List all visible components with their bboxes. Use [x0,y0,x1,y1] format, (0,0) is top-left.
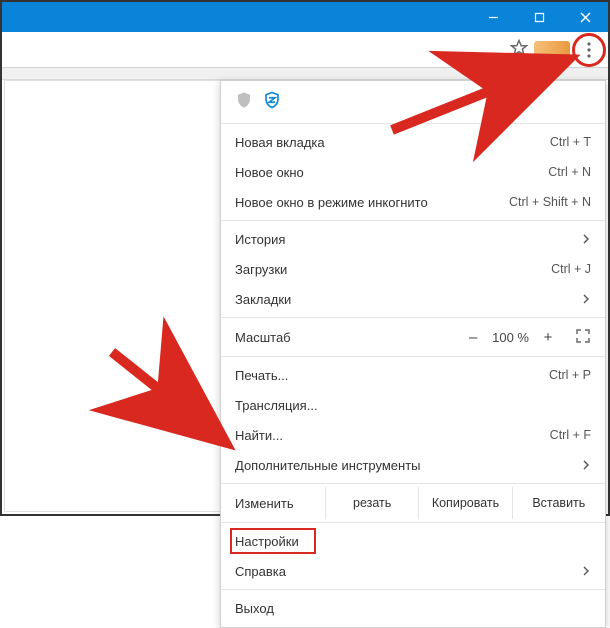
chevron-right-icon [581,292,591,307]
zoom-value: 100 % [492,330,529,345]
menu-print[interactable]: Печать... Ctrl + P [221,360,605,390]
copy-button[interactable]: Копировать [418,487,511,519]
zenmate-icon[interactable] [263,91,281,112]
menu-find[interactable]: Найти... Ctrl + F [221,420,605,450]
menu-zoom-row: Масштаб – 100 % + [221,321,605,353]
menu-edit-row: Изменить резать Копировать Вставить [221,487,605,519]
maximize-button[interactable] [516,2,562,32]
menu-downloads[interactable]: Загрузки Ctrl + J [221,254,605,284]
menu-help[interactable]: Справка [221,556,605,586]
chevron-right-icon [581,458,591,473]
zoom-in-button[interactable]: + [541,329,555,346]
zoom-out-button[interactable]: – [466,329,480,346]
menu-item-label: Трансляция... [235,398,318,413]
paste-button[interactable]: Вставить [512,487,605,519]
menu-cast[interactable]: Трансляция... [221,390,605,420]
bookmark-star-icon[interactable] [510,39,528,60]
menu-item-label: Найти... [235,428,283,443]
page-content [4,80,224,512]
zoom-label: Масштаб [235,330,456,345]
menu-item-label: Загрузки [235,262,287,277]
menu-more-tools[interactable]: Дополнительные инструменты [221,450,605,480]
menu-history[interactable]: История [221,224,605,254]
menu-new-tab[interactable]: Новая вкладка Ctrl + T [221,127,605,157]
close-button[interactable] [562,2,608,32]
annotation-circle [572,33,606,67]
extensions-row [221,85,605,120]
menu-item-label: Печать... [235,368,288,383]
shield-icon[interactable] [235,91,253,112]
tab-strip-area [2,68,608,80]
menu-item-label: Дополнительные инструменты [235,458,421,473]
menu-item-label: Справка [235,564,286,579]
menu-new-window[interactable]: Новое окно Ctrl + N [221,157,605,187]
fullscreen-icon[interactable] [567,328,591,347]
menu-shortcut: Ctrl + P [549,368,591,382]
cut-button[interactable]: резать [325,487,418,519]
chevron-right-icon [581,232,591,247]
chrome-menu-button[interactable] [576,37,602,63]
menu-shortcut: Ctrl + Shift + N [509,195,591,209]
chevron-right-icon [581,564,591,579]
menu-item-label: История [235,232,285,247]
chrome-menu: Новая вкладка Ctrl + T Новое окно Ctrl +… [220,80,606,628]
window-titlebar [2,2,608,32]
profile-chip[interactable] [534,41,570,59]
edit-label: Изменить [235,496,325,511]
menu-item-label: Новое окно [235,165,304,180]
menu-exit[interactable]: Выход [221,593,605,623]
menu-shortcut: Ctrl + J [551,262,591,276]
menu-item-label: Выход [235,601,274,616]
menu-incognito[interactable]: Новое окно в режиме инкогнито Ctrl + Shi… [221,187,605,217]
menu-shortcut: Ctrl + N [548,165,591,179]
menu-settings[interactable]: Настройки [221,526,605,556]
minimize-button[interactable] [470,2,516,32]
menu-item-label: Новое окно в режиме инкогнито [235,195,428,210]
menu-shortcut: Ctrl + F [550,428,591,442]
menu-item-label: Настройки [235,534,299,549]
browser-toolbar [2,32,608,68]
menu-item-label: Новая вкладка [235,135,325,150]
menu-bookmarks[interactable]: Закладки [221,284,605,314]
menu-shortcut: Ctrl + T [550,135,591,149]
menu-item-label: Закладки [235,292,291,307]
